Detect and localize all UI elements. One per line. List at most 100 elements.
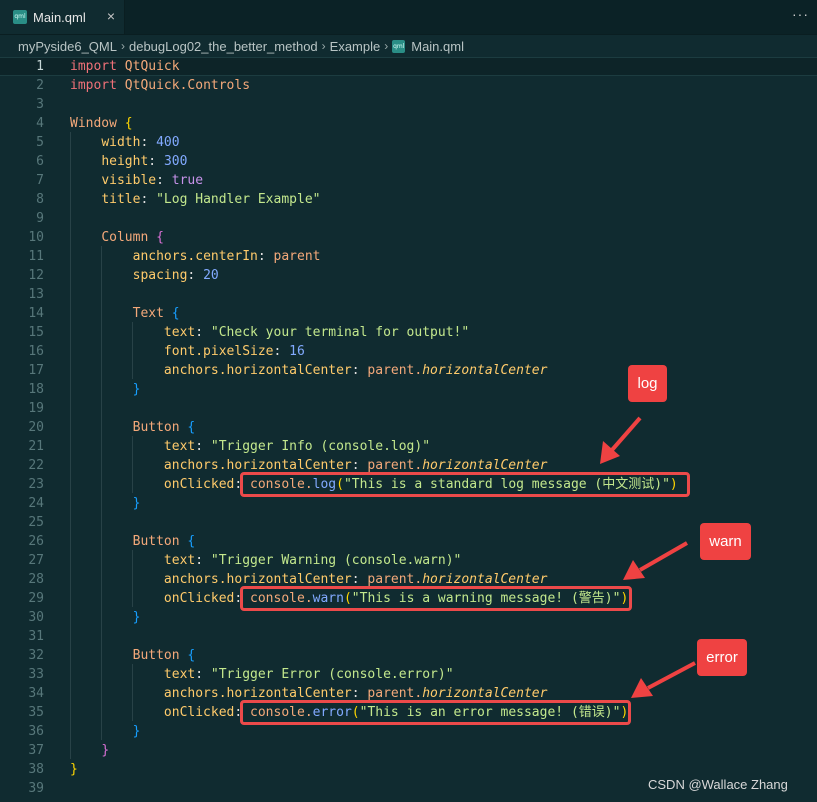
line-number: 6 bbox=[36, 154, 44, 169]
code-line[interactable]: 8 title: "Log Handler Example" bbox=[0, 190, 817, 209]
code-line[interactable]: 2 import QtQuick.Controls bbox=[0, 76, 817, 95]
line-number: 37 bbox=[28, 743, 44, 758]
highlight-box-error bbox=[240, 700, 631, 725]
code-token: width bbox=[101, 135, 141, 150]
code-line[interactable]: 1 import QtQuick bbox=[0, 57, 817, 76]
code-token: "Check your terminal for output!" bbox=[210, 325, 470, 340]
code-text: font.pixelSize: 16 bbox=[70, 342, 305, 361]
code-line[interactable]: 14 Text { bbox=[0, 304, 817, 323]
code-line[interactable]: 15 text: "Check your terminal for output… bbox=[0, 323, 817, 342]
code-token: font.pixelSize bbox=[163, 344, 274, 359]
code-line[interactable]: 37 } bbox=[0, 741, 817, 760]
breadcrumb-item-project[interactable]: myPyside6_QML bbox=[18, 39, 117, 54]
code-line[interactable]: 5 width: 400 bbox=[0, 133, 817, 152]
line-number: 3 bbox=[36, 97, 44, 112]
line-number: 29 bbox=[28, 591, 44, 606]
more-actions-icon[interactable]: ··· bbox=[792, 6, 809, 22]
line-number: 24 bbox=[28, 496, 44, 511]
code-token: text bbox=[163, 667, 196, 682]
code-token: "Log Handler Example" bbox=[156, 192, 321, 207]
code-token: text bbox=[163, 553, 196, 568]
watermark: CSDN @Wallace Zhang bbox=[648, 777, 788, 792]
breadcrumb-item-folder[interactable]: debugLog02_the_better_method bbox=[129, 39, 318, 54]
code-token: } bbox=[132, 382, 141, 397]
code-text: text: "Trigger Warning (console.warn)" bbox=[70, 551, 461, 570]
code-token: import bbox=[70, 78, 125, 93]
code-line[interactable]: 7 visible: true bbox=[0, 171, 817, 190]
close-icon[interactable]: × bbox=[107, 8, 115, 24]
code-token: anchors.horizontalCenter bbox=[163, 458, 352, 473]
code-line[interactable]: 16 font.pixelSize: 16 bbox=[0, 342, 817, 361]
callout-error: error bbox=[697, 639, 747, 676]
code-token: Column bbox=[101, 230, 157, 245]
code-line[interactable]: 6 height: 300 bbox=[0, 152, 817, 171]
code-line[interactable]: 12 spacing: 20 bbox=[0, 266, 817, 285]
code-text: } bbox=[70, 494, 141, 513]
highlight-box-warn bbox=[240, 586, 632, 611]
code-token: : bbox=[148, 154, 164, 169]
code-line[interactable]: 27 text: "Trigger Warning (console.warn)… bbox=[0, 551, 817, 570]
line-number: 4 bbox=[36, 116, 44, 131]
code-line[interactable]: 21 text: "Trigger Info (console.log)" bbox=[0, 437, 817, 456]
code-token: : bbox=[351, 458, 368, 473]
breadcrumb-item-example[interactable]: Example bbox=[330, 39, 381, 54]
code-token: Window bbox=[70, 116, 125, 131]
breadcrumb-item-file[interactable]: Main.qml bbox=[411, 39, 464, 54]
code-line[interactable]: 3 bbox=[0, 95, 817, 114]
line-number: 27 bbox=[28, 553, 44, 568]
code-text: Button { bbox=[70, 646, 196, 665]
code-token: "Trigger Info (console.log)" bbox=[210, 439, 431, 454]
qml-file-icon: qml bbox=[13, 10, 27, 24]
code-token: "Trigger Warning (console.warn)" bbox=[210, 553, 462, 568]
code-text: height: 300 bbox=[70, 152, 187, 171]
tab-label: Main.qml bbox=[33, 9, 86, 25]
code-token: : bbox=[351, 572, 368, 587]
code-token: : bbox=[140, 192, 157, 207]
code-line[interactable]: 9 bbox=[0, 209, 817, 228]
code-line[interactable]: 26 Button { bbox=[0, 532, 817, 551]
code-token: Text bbox=[132, 306, 172, 321]
code-token: Button bbox=[132, 534, 188, 549]
code-token: : bbox=[257, 249, 274, 264]
code-line[interactable]: 13 bbox=[0, 285, 817, 304]
code-token: spacing bbox=[132, 268, 188, 283]
code-text: title: "Log Handler Example" bbox=[70, 190, 320, 209]
code-token: Button bbox=[132, 420, 188, 435]
line-number: 17 bbox=[28, 363, 44, 378]
code-text: Button { bbox=[70, 418, 196, 437]
code-line[interactable]: 10 Column { bbox=[0, 228, 817, 247]
code-text: } bbox=[70, 608, 141, 627]
code-editor[interactable]: 1 import QtQuick 2 import QtQuick.Controls 3… bbox=[0, 56, 817, 802]
code-token: anchors.centerIn bbox=[132, 249, 258, 264]
line-number: 8 bbox=[36, 192, 44, 207]
line-number: 16 bbox=[28, 344, 44, 359]
line-number: 35 bbox=[28, 705, 44, 720]
code-token: horizontalCenter bbox=[422, 572, 548, 587]
code-text: Column { bbox=[70, 228, 164, 247]
code-text: } bbox=[70, 741, 109, 760]
line-number: 32 bbox=[28, 648, 44, 663]
code-line[interactable]: 18 } bbox=[0, 380, 817, 399]
code-line[interactable]: 32 Button { bbox=[0, 646, 817, 665]
code-line[interactable]: 4 Window { bbox=[0, 114, 817, 133]
line-number: 18 bbox=[28, 382, 44, 397]
code-token: } bbox=[132, 724, 141, 739]
code-line[interactable]: 11 anchors.centerIn: parent bbox=[0, 247, 817, 266]
code-line[interactable]: 17 anchors.horizontalCenter: parent.hori… bbox=[0, 361, 817, 380]
code-line[interactable]: 33 text: "Trigger Error (console.error)" bbox=[0, 665, 817, 684]
code-token: : bbox=[156, 173, 172, 188]
code-line[interactable]: 31 bbox=[0, 627, 817, 646]
code-token: anchors.horizontalCenter bbox=[163, 686, 352, 701]
code-token: parent. bbox=[367, 686, 423, 701]
code-token: onClicked bbox=[163, 477, 235, 492]
code-token: QtQuick.Controls bbox=[124, 78, 251, 93]
line-number: 34 bbox=[28, 686, 44, 701]
code-line[interactable]: 25 bbox=[0, 513, 817, 532]
line-number: 39 bbox=[28, 781, 44, 796]
code-line[interactable]: 19 bbox=[0, 399, 817, 418]
tab-main-qml[interactable]: qml Main.qml × bbox=[0, 0, 125, 34]
code-line[interactable]: 20 Button { bbox=[0, 418, 817, 437]
line-number: 26 bbox=[28, 534, 44, 549]
line-number: 38 bbox=[28, 762, 44, 777]
line-number: 23 bbox=[28, 477, 44, 492]
